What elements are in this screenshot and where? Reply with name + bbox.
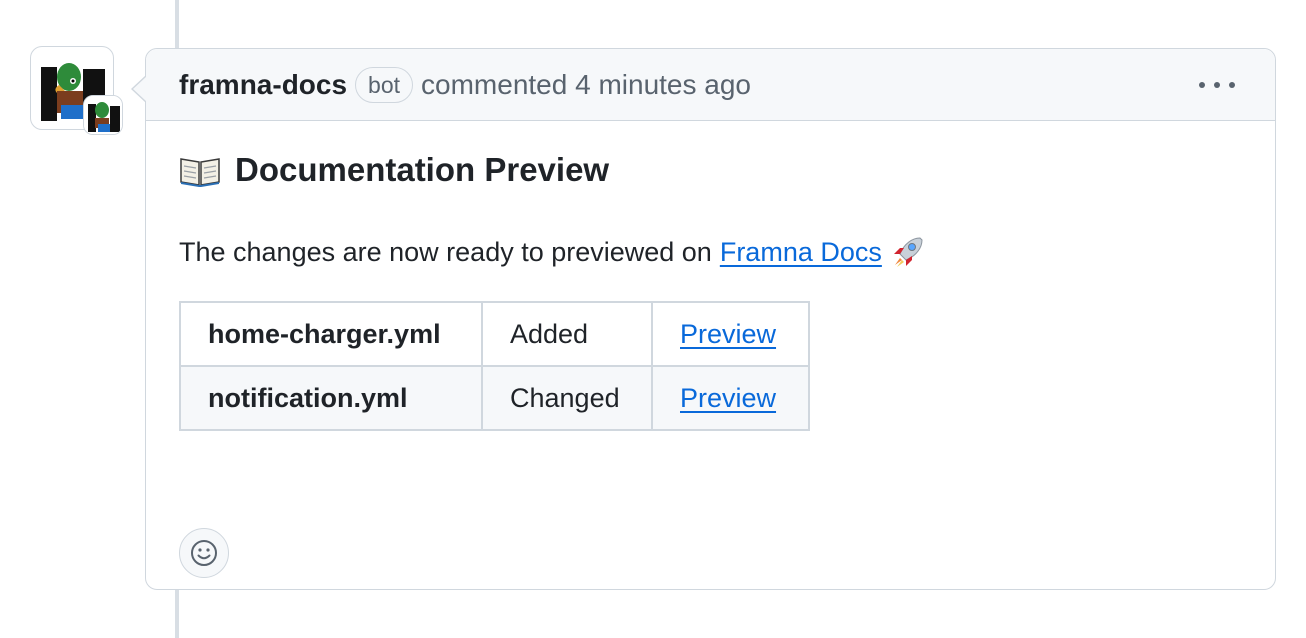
preview-cell: Preview — [651, 301, 810, 367]
framna-docs-link[interactable]: Framna Docs — [720, 237, 882, 268]
preview-link[interactable]: Preview — [680, 383, 776, 413]
comment-heading: Documentation Preview — [179, 151, 609, 189]
table-row: home-charger.yml Added Preview — [179, 301, 810, 367]
intro-paragraph: The changes are now ready to previewed o… — [179, 234, 926, 270]
rocket-icon — [893, 237, 923, 267]
preview-link[interactable]: Preview — [680, 319, 776, 349]
changes-table: home-charger.yml Added Preview notificat… — [179, 301, 810, 431]
app-avatar-image — [84, 96, 122, 134]
heading-text: Documentation Preview — [235, 151, 610, 188]
intro-text: The changes are now ready to previewed o… — [179, 236, 712, 267]
open-book-icon — [180, 158, 220, 187]
author-avatar[interactable] — [30, 46, 123, 135]
add-reaction-button[interactable] — [179, 528, 229, 578]
status-cell: Added — [481, 301, 653, 367]
file-name-cell: home-charger.yml — [179, 301, 483, 367]
smiley-icon — [191, 540, 217, 566]
file-name-cell: notification.yml — [179, 365, 483, 431]
bot-badge: bot — [355, 66, 414, 103]
preview-cell: Preview — [651, 365, 810, 431]
author-name-link[interactable]: framna-docs — [179, 69, 347, 101]
status-cell: Changed — [481, 365, 653, 431]
comment-timestamp[interactable]: commented 4 minutes ago — [421, 69, 751, 101]
kebab-horizontal-icon[interactable] — [1199, 71, 1235, 99]
app-avatar — [83, 95, 123, 135]
comment-header: framna-docs bot commented 4 minutes ago — [146, 49, 1275, 121]
comment-box: framna-docs bot commented 4 minutes ago … — [131, 48, 1276, 590]
table-row: notification.yml Changed Preview — [179, 365, 810, 431]
